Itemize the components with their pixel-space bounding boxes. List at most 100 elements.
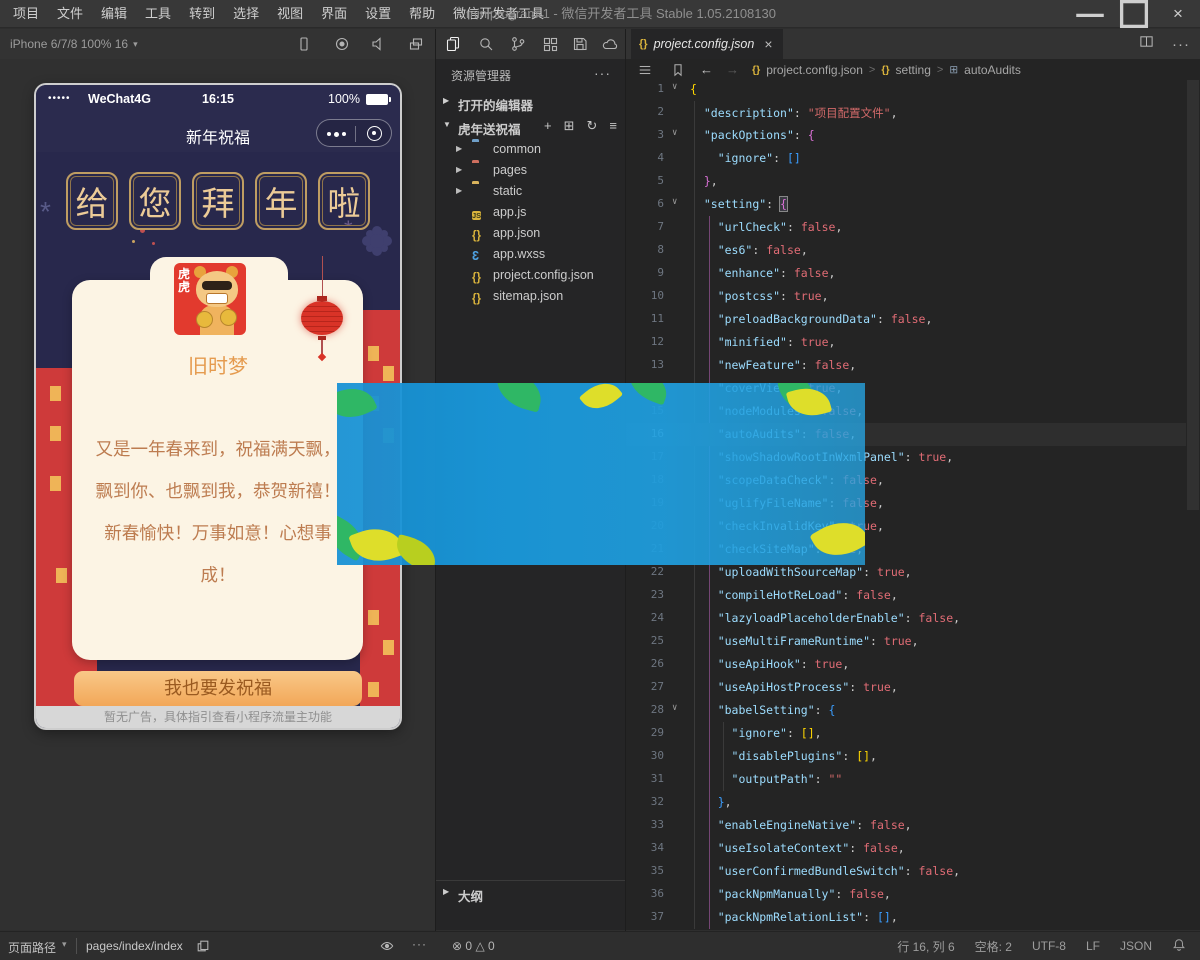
refresh-icon[interactable]: ↻ [587, 118, 598, 134]
bell-icon[interactable] [1172, 938, 1186, 955]
floating-image-overlay[interactable] [337, 383, 865, 565]
problems-counts[interactable]: ⊗ 0 △ 0 [452, 939, 495, 953]
close-miniprogram-icon[interactable] [367, 126, 382, 141]
code-line-24[interactable]: 24 "lazyloadPlaceholderEnable": false, [626, 607, 1186, 630]
menu-item-4[interactable]: 转到 [180, 0, 224, 28]
code-line-12[interactable]: 12 "minified": true, [626, 331, 1186, 354]
code-line-1[interactable]: 1∨{ [626, 78, 1186, 101]
code-line-9[interactable]: 9 "enhance": false, [626, 262, 1186, 285]
page-path-label[interactable]: 页面路径 [8, 939, 56, 956]
code-line-32[interactable]: 32 }, [626, 791, 1186, 814]
code-line-11[interactable]: 11 "preloadBackgroundData": false, [626, 308, 1186, 331]
code-line-23[interactable]: 23 "compileHotReLoad": false, [626, 584, 1186, 607]
menu-item-7[interactable]: 界面 [312, 0, 356, 28]
mute-icon[interactable] [370, 36, 386, 52]
split-editor-icon[interactable] [1139, 34, 1154, 54]
fold-chevron-icon[interactable]: ∨ [672, 82, 684, 92]
encoding[interactable]: UTF-8 [1032, 939, 1066, 953]
page-path-value[interactable]: pages/index/index [86, 939, 183, 953]
menu-item-6[interactable]: 视图 [268, 0, 312, 28]
code-line-6[interactable]: 6∨ "setting": { [626, 193, 1186, 216]
layout-grid-icon[interactable] [542, 36, 558, 52]
capsule-menu[interactable] [316, 119, 392, 147]
close-button[interactable]: × [1156, 0, 1200, 28]
fold-chevron-icon[interactable]: ∨ [672, 128, 684, 138]
menu-item-5[interactable]: 选择 [224, 0, 268, 28]
code-line-3[interactable]: 3∨ "packOptions": { [626, 124, 1186, 147]
file-item-static[interactable]: ▶static [436, 181, 625, 202]
save-icon[interactable] [572, 36, 588, 52]
search-icon[interactable] [478, 36, 494, 52]
code-line-5[interactable]: 5 }, [626, 170, 1186, 193]
code-line-10[interactable]: 10 "postcss": true, [626, 285, 1186, 308]
file-item-pages[interactable]: ▶pages [436, 160, 625, 181]
git-branch-icon[interactable] [510, 36, 526, 52]
editor-scrollbar[interactable] [1187, 80, 1199, 510]
breadcrumb-setting[interactable]: setting [896, 63, 931, 77]
compile-icon[interactable] [445, 36, 461, 52]
explorer-more-icon[interactable]: ··· [594, 65, 611, 81]
tab-close-icon[interactable]: × [764, 36, 772, 52]
code-line-25[interactable]: 25 "useMultiFrameRuntime": true, [626, 630, 1186, 653]
menu-item-3[interactable]: 工具 [136, 0, 180, 28]
multi-window-icon[interactable] [408, 36, 424, 52]
project-section[interactable]: ▼ 虎年送祝福 + ⊞ ↻ ≡ [436, 115, 625, 138]
file-item-app-js[interactable]: JSapp.js [436, 202, 625, 223]
code-line-37[interactable]: 37 "packNpmRelationList": [], [626, 906, 1186, 929]
maximize-button[interactable] [1112, 0, 1156, 28]
copy-path-icon[interactable] [196, 939, 210, 956]
code-line-35[interactable]: 35 "userConfirmedBundleSwitch": false, [626, 860, 1186, 883]
cloud-icon[interactable] [602, 36, 618, 52]
nav-back-icon[interactable]: ← [700, 62, 713, 77]
breadcrumb-file[interactable]: project.config.json [766, 63, 863, 77]
nav-forward-icon[interactable]: → [726, 62, 739, 77]
file-item-project-config-json[interactable]: {}project.config.json [436, 265, 625, 286]
code-line-27[interactable]: 27 "useApiHostProcess": true, [626, 676, 1186, 699]
code-line-28[interactable]: 28∨ "babelSetting": { [626, 699, 1186, 722]
more-menu-icon[interactable] [327, 132, 346, 137]
menu-item-0[interactable]: 项目 [4, 0, 48, 28]
file-item-app-wxss[interactable]: 3app.wxss [436, 244, 625, 265]
outline-section[interactable]: ▶ 大纲 [436, 880, 625, 904]
menu-item-1[interactable]: 文件 [48, 0, 92, 28]
device-mode-icon[interactable] [296, 36, 312, 52]
open-editors-section[interactable]: ▶ 打开的编辑器 [436, 91, 625, 114]
eye-icon[interactable] [380, 939, 394, 956]
chevron-right-icon: ▶ [456, 165, 462, 174]
code-line-13[interactable]: 13 "newFeature": false, [626, 354, 1186, 377]
file-item-sitemap-json[interactable]: {}sitemap.json [436, 286, 625, 307]
fold-chevron-icon[interactable]: ∨ [672, 197, 684, 207]
collapse-all-icon[interactable]: ≡ [609, 118, 617, 134]
record-icon[interactable] [334, 36, 350, 52]
language-mode[interactable]: JSON [1120, 939, 1152, 953]
indentation[interactable]: 空格: 2 [975, 938, 1012, 955]
eol-sequence[interactable]: LF [1086, 939, 1100, 953]
cursor-position[interactable]: 行 16, 列 6 [897, 938, 954, 955]
code-line-34[interactable]: 34 "useIsolateContext": false, [626, 837, 1186, 860]
tab-project-config-json[interactable]: {} project.config.json × [631, 29, 783, 59]
send-blessing-button[interactable]: 我也要发祝福 [74, 671, 362, 706]
code-line-36[interactable]: 36 "packNpmManually": false, [626, 883, 1186, 906]
path-more-icon[interactable]: ··· [412, 937, 427, 951]
code-line-29[interactable]: 29 "ignore": [], [626, 722, 1186, 745]
new-file-icon[interactable]: + [544, 118, 552, 134]
code-line-33[interactable]: 33 "enableEngineNative": false, [626, 814, 1186, 837]
device-selector[interactable]: iPhone 6/7/8 100% 16 ▾ [10, 29, 138, 59]
menu-item-8[interactable]: 设置 [356, 0, 400, 28]
fold-chevron-icon[interactable]: ∨ [672, 703, 684, 713]
code-line-26[interactable]: 26 "useApiHook": true, [626, 653, 1186, 676]
code-line-30[interactable]: 30 "disablePlugins": [], [626, 745, 1186, 768]
code-line-31[interactable]: 31 "outputPath": "" [626, 768, 1186, 791]
code-line-7[interactable]: 7 "urlCheck": false, [626, 216, 1186, 239]
menu-item-2[interactable]: 编辑 [92, 0, 136, 28]
file-item-app-json[interactable]: {}app.json [436, 223, 625, 244]
new-folder-icon[interactable]: ⊞ [564, 118, 575, 134]
minimize-button[interactable] [1068, 0, 1112, 28]
code-line-8[interactable]: 8 "es6": false, [626, 239, 1186, 262]
code-line-2[interactable]: 2 "description": "项目配置文件", [626, 101, 1186, 124]
code-line-4[interactable]: 4 "ignore": [] [626, 147, 1186, 170]
editor-more-icon[interactable]: ··· [1172, 36, 1190, 53]
menu-item-9[interactable]: 帮助 [400, 0, 444, 28]
breadcrumb-autoaudits[interactable]: autoAudits [964, 63, 1021, 77]
file-item-common[interactable]: ▶common [436, 139, 625, 160]
